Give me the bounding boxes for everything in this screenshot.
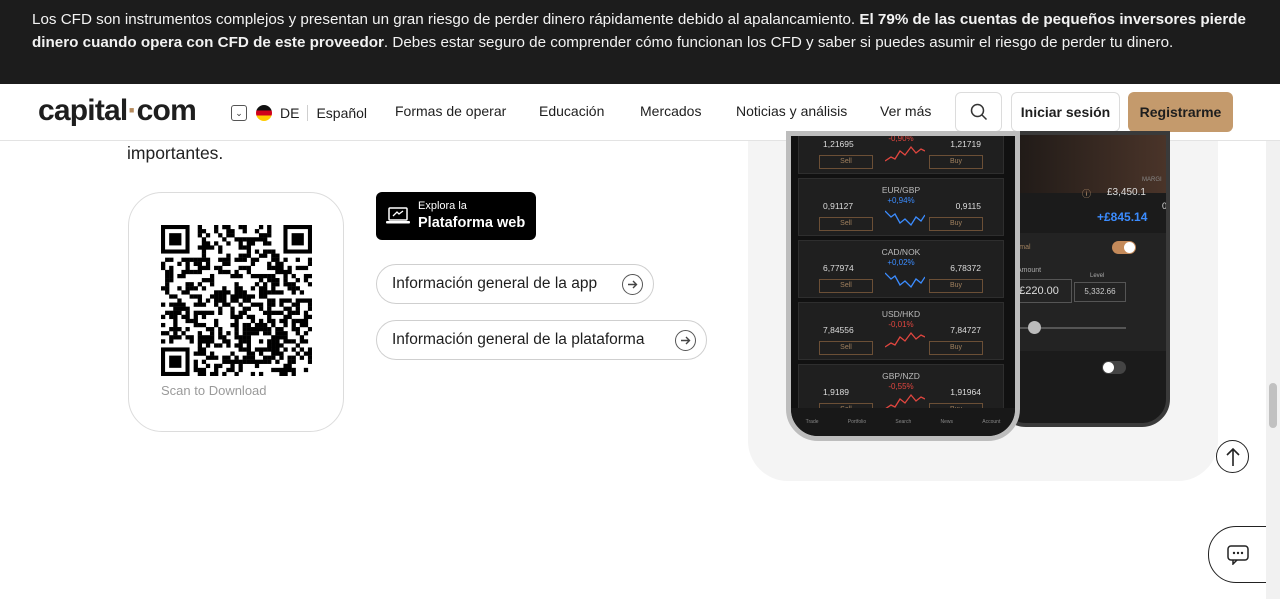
quote-bid: 1,21695 [823,139,854,149]
amount-label: Amount [1017,267,1042,274]
sparkline [885,331,925,348]
phone-tab: Portfolio [847,419,867,425]
sparkline [885,272,925,289]
chevron-down-icon: ⌄ [231,105,247,121]
phone-quotes-screen: -0,90% 1,21695 1,21719 Sell Buy EUR/GBP +0,94%… [786,131,1020,441]
web-badge-title: Plataforma web [418,215,526,231]
arrow-up-icon [1225,447,1240,466]
order-panel: Normal Amount Level £220.00 5,332.66 [1002,233,1166,351]
pnl-value: +£845.14 [1097,210,1148,224]
intro-text-tail: importantes. [127,143,224,163]
phone-trade-ticket: MARGI ⓘ £3,450.1 0 +£845.14 Normal Amoun… [998,131,1170,427]
register-button[interactable]: Registrarme [1128,92,1233,132]
quote-bid: 7,84556 [823,325,854,335]
logo-part-capital: capital [38,94,128,127]
sell-button: Sell [819,155,873,169]
sparkline [885,145,925,162]
nav-noticias-y-analisis[interactable]: Noticias y análisis [736,103,847,123]
language-region-selector[interactable]: ⌄ DE Español [231,103,367,123]
quote-pair: EUR/GBP [881,185,921,195]
platform-overview-link[interactable]: Información general de la plataforma [376,320,707,360]
sparkline [885,210,925,227]
nav-mercados[interactable]: Mercados [640,103,701,123]
phone-tab: Account [982,419,1001,425]
arrow-right-icon [675,330,696,351]
scroll-to-top-button[interactable] [1216,440,1249,473]
quote-tile: USD/HKD -0,01% 7,84556 7,84727 Sell Buy [798,302,1004,360]
qr-code[interactable] [161,225,312,376]
quote-bid: 6,77974 [823,263,854,273]
page-scrollbar[interactable] [1266,141,1280,599]
quote-pair: CAD/NOK [881,247,921,257]
risk-warning-banner: Los CFD son instrumentos complejos y pre… [0,0,1280,84]
nav-ver-mas[interactable]: Ver más [880,103,931,123]
app-overview-label: Información general de la app [392,275,598,292]
zero-value: 0 [1162,201,1168,211]
phone-tab: Trade [805,419,819,425]
qr-download-card: Scan to Download [128,192,344,432]
quote-tile: EUR/GBP +0,94% 0,91127 0,9115 Sell Buy [798,178,1004,236]
scrollbar-thumb[interactable] [1269,383,1277,428]
quote-ask: 6,78372 [950,263,981,273]
app-overview-link[interactable]: Información general de la app [376,264,654,304]
chat-icon [1227,544,1249,565]
divider [307,105,309,121]
sell-button: Sell [819,279,873,293]
quote-ask: 0,9115 [955,201,981,211]
laptop-icon [386,207,410,224]
info-icon: ⓘ [1082,189,1092,199]
buy-button: Buy [929,341,983,355]
phone-hero-image [1002,135,1166,193]
search-icon [970,103,987,121]
language-label: Español [316,105,368,121]
search-button[interactable] [955,92,1002,132]
quote-pair: GBP/NZD [882,371,920,381]
margin-label: MARGI [1142,177,1162,183]
quote-ask: 7,84727 [950,325,981,335]
web-badge-subtitle: Explora la [418,200,467,212]
amount-slider-track [1002,327,1126,329]
capital-com-logo[interactable]: capital·com [38,94,197,128]
nav-formas-de-operar[interactable]: Formas de operar [395,103,506,123]
buy-button: Buy [929,217,983,231]
quote-tile: -0,90% 1,21695 1,21719 Sell Buy [798,136,1004,174]
arrow-right-icon [622,274,643,295]
margin-value: £3,450.1 [1107,187,1146,198]
app-phones-image: MARGI ⓘ £3,450.1 0 +£845.14 Normal Amoun… [748,131,1218,481]
region-code: DE [280,105,300,121]
login-button[interactable]: Iniciar sesión [1011,92,1120,132]
buy-button: Buy [929,279,983,293]
buy-button: Buy [929,155,983,169]
phone-tab-bar: Trade Portfolio Search News Account [791,408,1015,436]
risk-text-outro: . Debes estar seguro de comprender cómo … [383,33,1174,51]
quote-ask: 1,21719 [950,139,981,149]
quote-tile: CAD/NOK +0,02% 6,77974 6,78372 Sell Buy [798,240,1004,298]
sell-button: Sell [819,341,873,355]
level-field: 5,332.66 [1074,282,1126,302]
nav-educacion[interactable]: Educación [539,103,604,123]
risk-text-intro: Los CFD son instrumentos complejos y pre… [32,11,860,28]
quote-pair: USD/HKD [881,309,921,319]
amount-slider-knob [1028,321,1041,334]
quote-ask: 1,91964 [950,387,981,397]
toggle-switch-off [1102,361,1126,374]
quote-bid: 1,9189 [823,387,849,397]
phone-tab: Search [895,419,912,425]
platform-overview-label: Información general de la plataforma [392,331,645,348]
level-label: Level [1090,273,1105,279]
toggle-switch [1112,241,1136,254]
phone-tab: News [940,419,954,425]
quote-bid: 0,91127 [823,201,854,211]
sell-button: Sell [819,217,873,231]
logo-dot: · [127,94,137,127]
logo-part-com: com [136,94,197,127]
web-platform-badge[interactable]: Explora la Plataforma web [376,192,536,240]
germany-flag-icon [256,105,272,121]
qr-caption: Scan to Download [161,383,267,398]
